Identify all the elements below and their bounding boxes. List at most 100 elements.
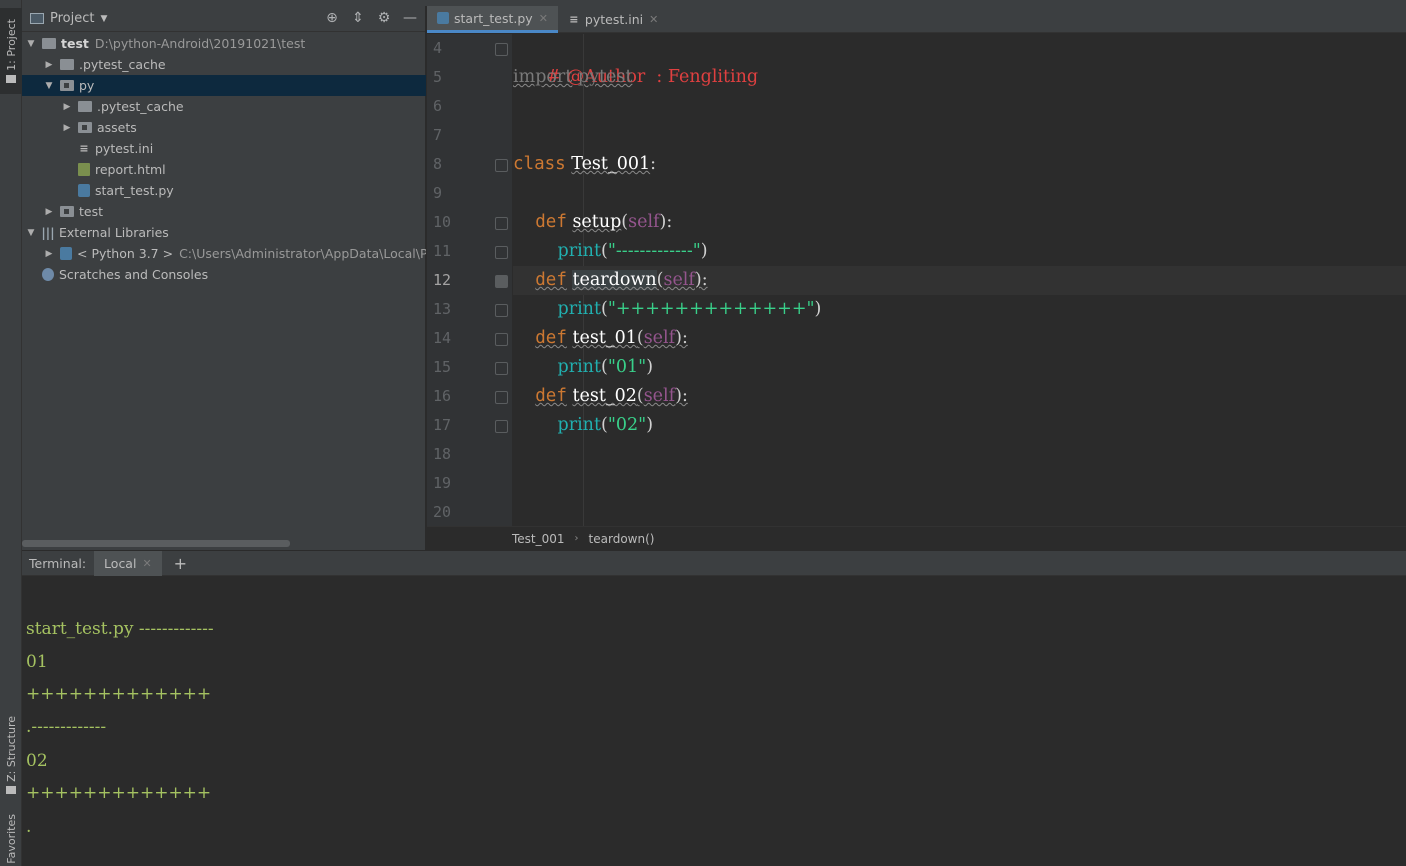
tree-item-test-root[interactable]: ▼ test D:\python-Android\20191021\test bbox=[22, 33, 426, 54]
tree-item-scratches[interactable]: Scratches and Consoles bbox=[22, 264, 426, 285]
project-tree: ▼ test D:\python-Android\20191021\test ▶… bbox=[22, 33, 426, 285]
horizontal-scrollbar[interactable] bbox=[22, 540, 290, 547]
line-number: 18 bbox=[433, 445, 452, 463]
expand-arrow-icon[interactable]: ▼ bbox=[24, 39, 38, 49]
collapse-all-icon[interactable]: ⇕ bbox=[349, 10, 367, 26]
module-name: pytest bbox=[577, 67, 633, 87]
project-tool-tab[interactable]: 1: Project bbox=[0, 8, 22, 94]
favorites-tool-tab-label: Favorites bbox=[4, 814, 18, 864]
fold-marker-icon[interactable] bbox=[495, 391, 508, 404]
breadcrumb-class[interactable]: Test_001 bbox=[512, 532, 565, 546]
project-tool-tab-label: 1: Project bbox=[4, 19, 18, 71]
python-file-icon bbox=[78, 184, 90, 197]
tree-item-pytest-cache[interactable]: ▶ .pytest_cache bbox=[22, 54, 426, 75]
string-literal: "01" bbox=[607, 357, 647, 377]
terminal-line: 02 bbox=[26, 751, 48, 771]
breadcrumb: Test_001 › teardown() bbox=[427, 526, 1406, 550]
project-view-selector[interactable]: Project bbox=[50, 11, 94, 26]
line-number: 15 bbox=[433, 358, 452, 376]
punctuation: ): bbox=[694, 270, 708, 290]
new-terminal-icon[interactable]: + bbox=[174, 554, 187, 573]
code-line: def setup(self): bbox=[513, 208, 1406, 237]
fold-marker-icon[interactable] bbox=[495, 159, 508, 172]
terminal-tab-local[interactable]: Local ✕ bbox=[94, 550, 162, 576]
line-number: 14 bbox=[433, 329, 452, 347]
line-number: 5 bbox=[433, 68, 443, 86]
html-file-icon bbox=[78, 163, 90, 176]
tree-item-label: start_test.py bbox=[95, 183, 174, 198]
tree-item-label: < Python 3.7 > bbox=[77, 246, 174, 261]
fold-marker-icon[interactable] bbox=[495, 43, 508, 56]
tree-item-report-html[interactable]: report.html bbox=[22, 159, 426, 180]
tree-item-label: pytest.ini bbox=[95, 141, 154, 156]
tree-item-test[interactable]: ▶ test bbox=[22, 201, 426, 222]
breadcrumb-method[interactable]: teardown() bbox=[589, 532, 655, 546]
terminal-line: +++++++++++++ bbox=[26, 684, 212, 704]
ini-file-icon: ≡ bbox=[79, 142, 89, 155]
tree-item-start-test-py[interactable]: start_test.py bbox=[22, 180, 426, 201]
tab-pytest-ini[interactable]: ≡ pytest.ini ✕ bbox=[558, 6, 668, 33]
fold-marker-icon[interactable] bbox=[495, 362, 508, 375]
expand-arrow-icon[interactable]: ▼ bbox=[24, 228, 38, 238]
hide-icon[interactable]: — bbox=[401, 10, 419, 26]
fold-marker-icon[interactable] bbox=[495, 275, 508, 288]
fold-marker-icon[interactable] bbox=[495, 246, 508, 259]
folder-icon bbox=[78, 122, 92, 133]
tree-item-path: D:\python-Android\20191021\test bbox=[94, 36, 306, 51]
self-param: self bbox=[663, 270, 695, 290]
tree-item-label: assets bbox=[97, 120, 137, 135]
string-literal: "-------------" bbox=[607, 241, 701, 261]
terminal-output[interactable]: start_test.py ------------- 01 +++++++++… bbox=[22, 577, 1406, 866]
tab-start-test-py[interactable]: start_test.py ✕ bbox=[427, 6, 558, 33]
close-icon[interactable]: ✕ bbox=[142, 557, 151, 570]
close-icon[interactable]: ✕ bbox=[539, 12, 548, 25]
punctuation: ( bbox=[600, 357, 608, 377]
collapse-arrow-icon[interactable]: ▶ bbox=[42, 207, 56, 217]
tree-item-pytest-ini[interactable]: ≡ pytest.ini bbox=[22, 138, 426, 159]
expand-arrow-icon[interactable]: ▼ bbox=[42, 81, 56, 91]
tree-item-py-pytest-cache[interactable]: ▶ .pytest_cache bbox=[22, 96, 426, 117]
collapse-arrow-icon[interactable]: ▶ bbox=[60, 123, 74, 133]
gear-icon[interactable]: ⚙ bbox=[375, 10, 393, 26]
line-number-current: 12 bbox=[433, 271, 452, 289]
structure-tool-tab[interactable]: Z: Structure bbox=[0, 712, 22, 798]
fold-marker-icon[interactable] bbox=[495, 217, 508, 230]
collapse-arrow-icon[interactable]: ▶ bbox=[42, 249, 56, 259]
punctuation: ) bbox=[814, 299, 822, 319]
project-view-icon bbox=[30, 13, 44, 24]
favorites-tool-tab[interactable]: Favorites bbox=[0, 812, 22, 866]
line-number: 10 bbox=[433, 213, 452, 231]
self-param: self bbox=[643, 328, 676, 348]
terminal-line: 01 bbox=[26, 652, 48, 672]
tab-label: start_test.py bbox=[454, 10, 533, 26]
code-line: class Test_001: bbox=[513, 150, 1406, 179]
terminal-label: Terminal: bbox=[29, 555, 87, 571]
editor: start_test.py ✕ ≡ pytest.ini ✕ 4 5 6 7 8… bbox=[427, 6, 1406, 550]
code-line: print("+++++++++++++") bbox=[513, 295, 1406, 324]
editor-gutter: 4 5 6 7 8 9 10 11 12 13 14 15 16 17 18 1… bbox=[427, 34, 512, 526]
fold-marker-icon[interactable] bbox=[495, 304, 508, 317]
code-line: print("-------------") bbox=[513, 237, 1406, 266]
tree-item-assets[interactable]: ▶ assets bbox=[22, 117, 426, 138]
tree-item-label: .pytest_cache bbox=[79, 57, 166, 72]
terminal-line: .------------- bbox=[26, 717, 107, 737]
tree-item-external-libraries[interactable]: ▼ ||| External Libraries bbox=[22, 222, 426, 243]
tree-item-python-sdk[interactable]: ▶ < Python 3.7 > C:\Users\Administrator\… bbox=[22, 243, 426, 264]
locate-icon[interactable]: ⊕ bbox=[323, 10, 341, 26]
tree-item-py[interactable]: ▼ py bbox=[22, 75, 426, 96]
close-icon[interactable]: ✕ bbox=[649, 13, 658, 26]
terminal-header: Terminal: Local ✕ + bbox=[22, 550, 1406, 576]
project-panel: Project ▼ ⊕ ⇕ ⚙ — ▼ test D:\python-Andro… bbox=[22, 6, 426, 550]
punctuation: ) bbox=[646, 357, 654, 377]
self-param: self bbox=[628, 212, 660, 232]
collapse-arrow-icon[interactable]: ▶ bbox=[42, 60, 56, 70]
fold-marker-icon[interactable] bbox=[495, 333, 508, 346]
code-area[interactable]: # @Author : Fengliting import pytest cla… bbox=[513, 34, 1406, 526]
chevron-down-icon[interactable]: ▼ bbox=[100, 14, 107, 24]
line-number: 8 bbox=[433, 155, 443, 173]
collapse-arrow-icon[interactable]: ▶ bbox=[60, 102, 74, 112]
python-icon bbox=[60, 247, 72, 260]
tab-label: pytest.ini bbox=[584, 12, 644, 27]
punctuation: ): bbox=[675, 386, 688, 406]
fold-marker-icon[interactable] bbox=[495, 420, 508, 433]
